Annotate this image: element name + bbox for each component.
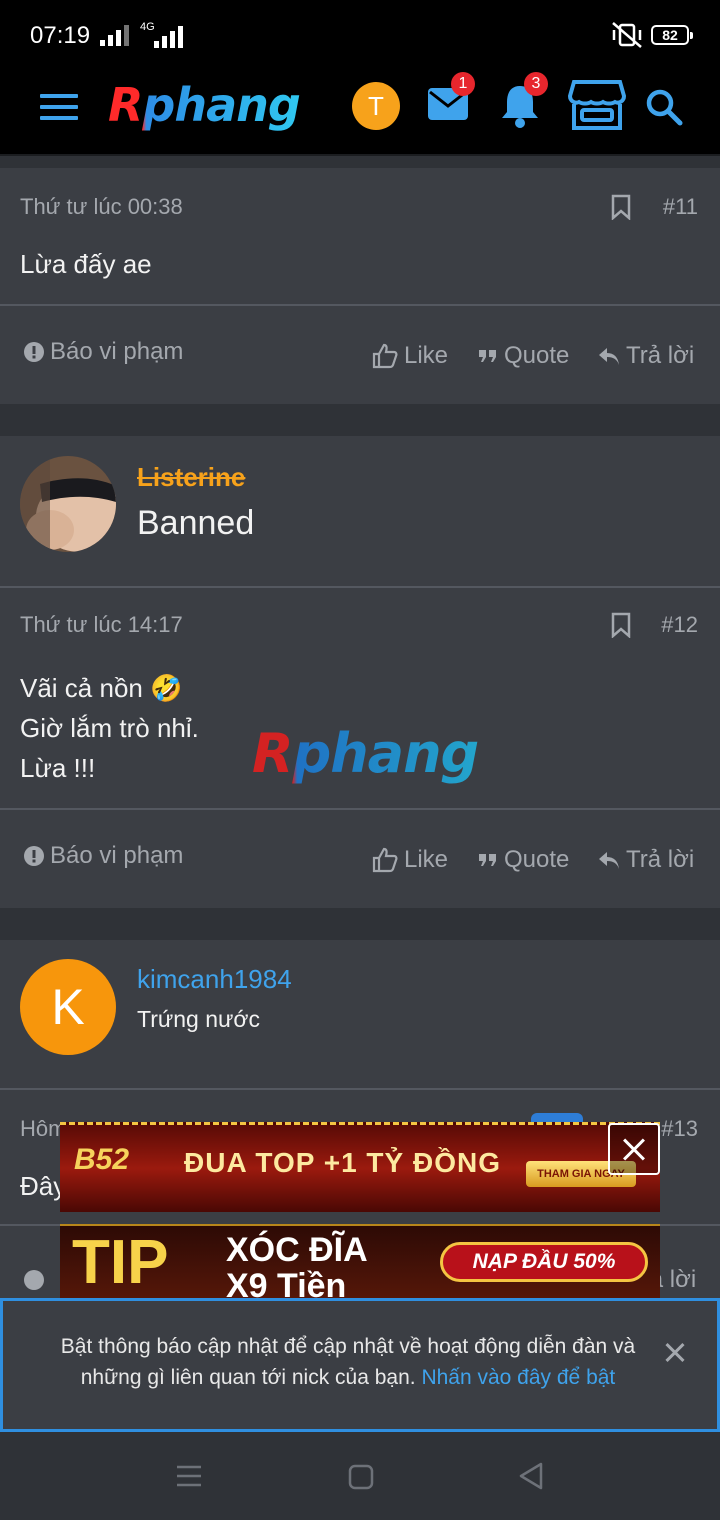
ad-close-button[interactable]	[608, 1123, 660, 1175]
like-label: Like	[404, 846, 449, 873]
post-date[interactable]: Thứ tư lúc 00:38	[20, 194, 183, 220]
status-time: 07:19	[30, 22, 91, 49]
store-button[interactable]	[568, 80, 626, 130]
bookmark-icon[interactable]	[611, 612, 631, 638]
post-number[interactable]: #11	[663, 194, 698, 220]
reply-button[interactable]: Trả lời	[598, 838, 694, 882]
site-logo[interactable]: Rphang	[108, 78, 301, 132]
quote-icon	[479, 854, 496, 866]
reply-label: Trả lời	[626, 342, 695, 369]
ad-brand: B52	[74, 1143, 130, 1176]
quote-label: Quote	[504, 342, 570, 369]
post-date[interactable]: Thứ tư lúc 14:17	[20, 612, 183, 638]
account-avatar[interactable]: T	[352, 82, 400, 130]
search-icon	[646, 89, 683, 126]
status-bar: 07:19 4G 82	[0, 0, 720, 68]
home-icon[interactable]	[348, 1464, 374, 1490]
quote-icon	[479, 350, 496, 362]
alerts-badge: 3	[524, 72, 548, 96]
report-button[interactable]: Báo vi phạm	[24, 330, 183, 374]
user-title: Trứng nước	[137, 1006, 260, 1032]
store-icon	[568, 80, 626, 130]
post-number[interactable]: #13	[661, 1116, 698, 1142]
report-button[interactable]: Báo vi phạm	[24, 834, 183, 878]
signal-icon	[100, 24, 129, 46]
notice-text: Bật thông báo cập nhật để cập nhật về ho…	[33, 1331, 663, 1393]
reply-button[interactable]: Trả lời	[598, 334, 694, 378]
notice-close-icon[interactable]	[663, 1341, 687, 1365]
post-line: Giờ lắm trò nhỉ.	[20, 713, 199, 743]
post-actions: Báo vi phạm Like Quote Trả lời	[0, 834, 720, 878]
user-avatar-listerine[interactable]	[20, 456, 116, 552]
push-notice: Bật thông báo cập nhật để cập nhật về ho…	[0, 1298, 720, 1432]
post-line: Lừa đấy ae	[20, 249, 152, 279]
reply-icon	[599, 852, 619, 869]
system-nav-bar	[0, 1432, 720, 1520]
post-line: Vãi cả nồn 🤣	[20, 673, 183, 703]
enable-notifications-link[interactable]: Nhấn vào đây để bật	[421, 1366, 615, 1389]
avatar-photo	[20, 456, 116, 552]
watermark-logo: Rphang	[252, 722, 479, 785]
app-header: Rphang T 1 3	[0, 68, 720, 156]
report-label: Báo vi phạm	[50, 842, 184, 869]
ad-cta: NẠP ĐẦU 50%	[440, 1242, 648, 1282]
quote-button[interactable]: Quote	[478, 838, 569, 882]
menu-icon[interactable]	[40, 94, 78, 122]
ad-headline: ĐUA TOP +1 TỶ ĐỒNG	[184, 1147, 501, 1178]
ad-banner-b52[interactable]: B52 ĐUA TOP +1 TỶ ĐỒNG THAM GIA NGAY	[60, 1122, 660, 1212]
thumbs-up-icon	[372, 847, 398, 873]
back-icon[interactable]	[518, 1462, 544, 1490]
search-button[interactable]	[645, 88, 683, 126]
like-button[interactable]: Like	[372, 838, 448, 882]
vibrate-mute-icon	[612, 22, 642, 48]
ad-headline: XÓC ĐĨA X9 Tiền Thưởng	[226, 1231, 367, 1298]
report-label: Báo vi phạm	[50, 338, 184, 365]
alert-circle-icon	[24, 846, 44, 866]
username[interactable]: kimcanh1984	[137, 964, 292, 995]
user-title: Banned	[137, 504, 255, 542]
post-12: Listerine Banned Thứ tư lúc 14:17 #12 Vã…	[0, 436, 720, 908]
report-button[interactable]	[24, 1258, 44, 1302]
quote-label: Quote	[504, 846, 570, 873]
post-message: Vãi cả nồn 🤣 Giờ lắm trò nhỉ. Lừa !!!	[20, 668, 199, 788]
ad-brand: TIP	[72, 1228, 169, 1297]
username[interactable]: Listerine	[137, 462, 245, 493]
like-label: Like	[404, 342, 449, 369]
bookmark-icon[interactable]	[611, 194, 631, 220]
alerts-button[interactable]: 3	[500, 72, 548, 128]
post-message: Lừa đấy ae	[20, 244, 152, 284]
ad-banner-tip[interactable]: TIP XÓC ĐĨA X9 Tiền Thưởng NẠP ĐẦU 50%	[60, 1224, 660, 1298]
like-button[interactable]: Like	[372, 334, 448, 378]
recents-icon[interactable]	[176, 1464, 202, 1488]
alert-circle-icon	[24, 1270, 44, 1290]
post-line: Lừa !!!	[20, 753, 96, 783]
post-actions: Báo vi phạm Like Quote Trả lời	[0, 330, 720, 374]
post-number[interactable]: #12	[661, 612, 698, 638]
inbox-badge: 1	[451, 72, 475, 96]
network-label: 4G	[140, 21, 155, 33]
inbox-button[interactable]: 1	[427, 72, 475, 122]
post-11: Thứ tư lúc 00:38 #11 Lừa đấy ae Báo vi p…	[0, 168, 720, 404]
reply-label: Trả lời	[626, 846, 695, 873]
thumbs-up-icon	[372, 343, 398, 369]
reply-icon	[599, 348, 619, 365]
battery-icon: 82	[651, 25, 693, 45]
alert-circle-icon	[24, 342, 44, 362]
quote-button[interactable]: Quote	[478, 334, 569, 378]
user-avatar-kimcanh1984[interactable]: K	[20, 959, 116, 1055]
network-4g-icon: 4G	[140, 22, 186, 48]
